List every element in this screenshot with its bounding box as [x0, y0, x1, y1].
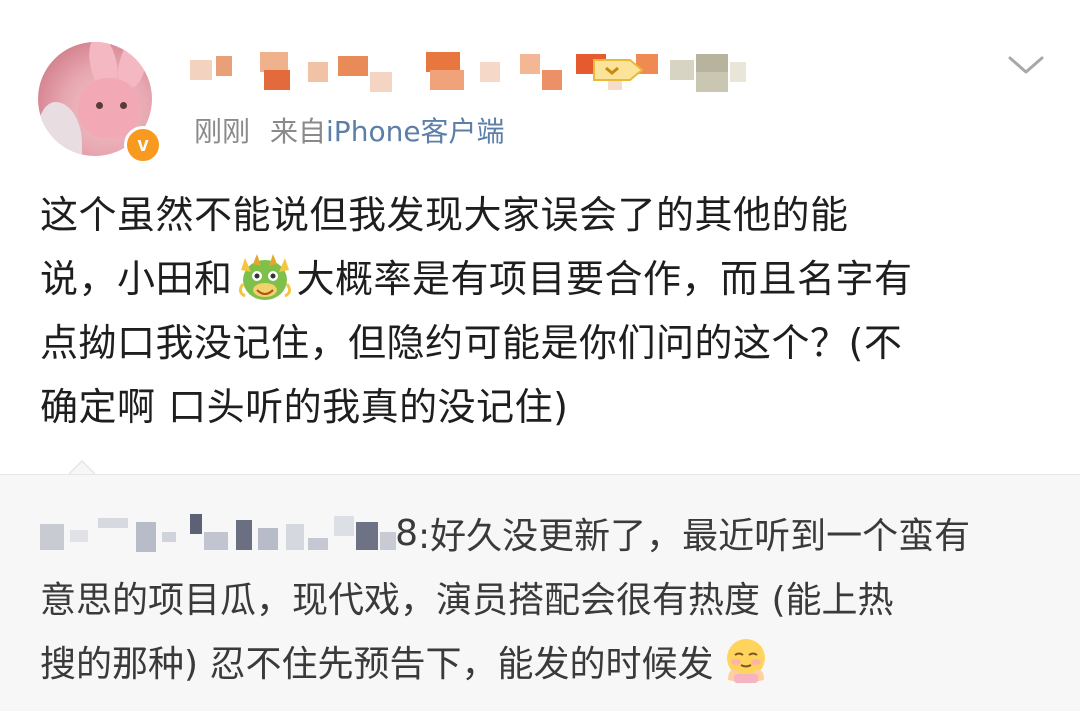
body-line-2b: 大概率是有项目要合作，而且名字有 — [296, 257, 913, 301]
post-time: 刚刚 — [194, 115, 251, 148]
repost-line-1: 8 :好久没更新了，最近听到一个蛮有 — [40, 505, 1050, 569]
body-line: 确定啊 口头听的我真的没记住) — [40, 385, 569, 429]
repost-separator: : — [418, 516, 431, 557]
body-line: 这个虽然不能说但我发现大家误会了的其他的能 — [40, 193, 849, 237]
truncation-fade — [760, 640, 1080, 711]
repost-text-line3: 搜的那种) 忍不住先预告下，能发的时候发 — [40, 644, 714, 685]
body-line-2: 说，小田和 大概率是有项目要合作，而且名字有 — [40, 247, 1040, 311]
repost-text-line1: 好久没更新了，最近听到一个蛮有 — [430, 516, 971, 557]
chevron-down-icon[interactable] — [1006, 54, 1046, 78]
weibo-post: v 刚刚 来自iPhone客户端 这个虽然不能说但我发现大家误会了的其他的能 说… — [0, 0, 1080, 711]
source-client-link[interactable]: iPhone客户端 — [326, 115, 505, 148]
repost-author-name[interactable]: 8 — [40, 513, 418, 554]
dragon-emoji-icon — [238, 254, 291, 300]
post-meta: 刚刚 来自iPhone客户端 — [194, 110, 505, 150]
body-line-2a: 说，小田和 — [40, 257, 233, 301]
repost-line-2: 意思的项目瓜，现代戏，演员搭配会很有热度 (能上热 — [40, 580, 894, 621]
source-prefix: 来自 — [270, 115, 327, 148]
body-line: 点拗口我没记住，但隐约可能是你们问的这个？(不 — [40, 321, 903, 365]
verified-badge-icon: v — [124, 126, 162, 164]
member-badge-icon — [593, 59, 644, 81]
author-name[interactable] — [190, 50, 746, 92]
repost-author-suffix: 8 — [395, 513, 418, 554]
author-avatar[interactable]: v — [38, 42, 162, 164]
post-body: 这个虽然不能说但我发现大家误会了的其他的能 说，小田和 大概率是有项目要合作，而… — [40, 183, 1040, 439]
